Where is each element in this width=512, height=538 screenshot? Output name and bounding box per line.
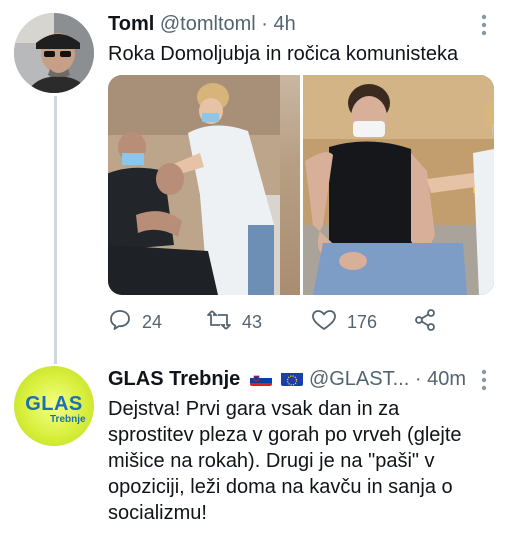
media-image-right[interactable] <box>302 75 494 295</box>
author-name[interactable]: GLAS Trebnje <box>108 368 240 390</box>
tweet-header: Toml @tomltoml · 4h <box>108 13 296 36</box>
heart-icon <box>311 308 337 337</box>
tweet-text: Roka Domoljubja in ročica komunisteka <box>108 43 459 65</box>
author-handle[interactable]: @GLAST... <box>309 368 409 390</box>
share-icon <box>413 308 437 337</box>
tweet-actions: 24 43 176 <box>108 308 448 338</box>
separator-dot: · <box>261 13 268 35</box>
avatar[interactable]: GLAS Trebnje <box>14 366 94 446</box>
more-vertical-icon[interactable] <box>480 369 488 395</box>
more-vertical-icon[interactable] <box>480 14 488 40</box>
tweet-text-line: mišice na rokah). Drugi je na "paši" v <box>108 450 435 472</box>
tweet-text-line: opoziciji, leži doma na kavču in sanja o <box>108 476 453 498</box>
retweet-button[interactable]: 43 <box>206 308 262 337</box>
like-count: 176 <box>347 312 378 332</box>
retweet-count: 43 <box>242 312 263 332</box>
like-button[interactable]: 176 <box>311 308 377 337</box>
author-handle[interactable]: @tomltoml <box>160 13 256 35</box>
tweet-header: GLAS Trebnje @GLAST... · 40m <box>108 368 466 391</box>
tweet-time[interactable]: 4h <box>274 13 296 35</box>
eu-flag-icon <box>281 371 304 386</box>
avatar-photo <box>14 13 94 93</box>
slovenia-flag-icon <box>249 371 272 386</box>
tweet-text-line: Dejstva! Prvi gara vsak dan in za <box>108 398 400 420</box>
tweet-media[interactable] <box>108 75 494 295</box>
tweet-text-line: socializmu! <box>108 502 207 524</box>
media-image-left[interactable] <box>108 75 300 295</box>
reply-button[interactable]: 24 <box>108 308 162 337</box>
reply-icon <box>108 308 132 337</box>
avatar-logo-subtext: Trebnje <box>50 414 86 425</box>
tweet-text-line: sprostitev pleza v gorah po vrveh (glejt… <box>108 424 462 446</box>
avatar-logo-text: GLAS <box>25 393 83 415</box>
author-name[interactable]: Toml <box>108 13 154 35</box>
tweet-text: Dejstva! Prvi gara vsak dan in za sprost… <box>108 396 508 526</box>
retweet-icon <box>206 308 232 337</box>
tweet-time[interactable]: 40m <box>427 368 466 390</box>
separator-dot: · <box>414 368 422 390</box>
thread-connector-line <box>54 96 57 364</box>
avatar[interactable] <box>14 13 94 93</box>
share-button[interactable] <box>413 308 437 337</box>
reply-count: 24 <box>142 312 163 332</box>
